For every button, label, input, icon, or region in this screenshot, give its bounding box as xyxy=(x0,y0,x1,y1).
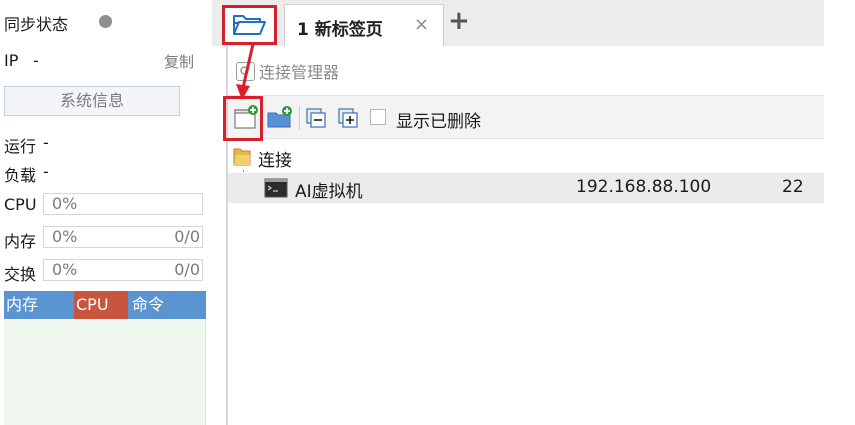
copy-ip-button[interactable]: 复制 xyxy=(164,51,194,72)
memory-label: 内存 xyxy=(4,232,37,251)
connection-host: 192.168.88.100 xyxy=(576,177,712,197)
memory-usage-meter: 0% 0/0 xyxy=(43,226,203,248)
swap-label: 交换 xyxy=(4,265,37,284)
expand-all-icon[interactable] xyxy=(338,108,358,128)
ip-label: IP xyxy=(4,51,19,70)
connection-port: 22 xyxy=(782,177,804,197)
memory-ratio: 0/0 xyxy=(174,227,200,246)
session-panel: 1 新标签页 × + 连接管理器 显示已删除 连接 AI虚拟机 192.168.… xyxy=(212,0,855,425)
sync-status-indicator xyxy=(99,15,112,28)
load-value: - xyxy=(43,162,49,181)
terminal-icon xyxy=(264,178,288,198)
connection-name: AI虚拟机 xyxy=(295,182,363,202)
annotation-arrow-icon xyxy=(236,43,255,100)
tree-item-connection[interactable]: AI虚拟机 192.168.88.100 22 xyxy=(228,173,824,203)
folder-icon xyxy=(233,148,251,166)
column-cpu[interactable]: CPU xyxy=(74,291,128,319)
load-label: 负载 xyxy=(4,166,37,185)
column-memory[interactable]: 内存 xyxy=(4,291,74,319)
close-icon[interactable]: × xyxy=(414,14,429,35)
tree-folder-label: 连接 xyxy=(258,151,292,171)
memory-percent: 0% xyxy=(52,227,78,246)
swap-percent: 0% xyxy=(52,260,78,279)
cpu-usage-meter: 0% xyxy=(43,193,203,215)
swap-ratio: 0/0 xyxy=(174,260,200,279)
process-list xyxy=(4,319,206,425)
ip-value: - xyxy=(33,51,39,70)
run-value: - xyxy=(43,133,49,152)
system-status-panel: 同步状态 IP - 复制 系统信息 运行 - 负载 - CPU 0% 内存 0%… xyxy=(0,0,212,425)
sync-status-label: 同步状态 xyxy=(4,15,69,34)
cpu-percent: 0% xyxy=(52,194,78,213)
add-tab-icon[interactable]: + xyxy=(448,6,470,36)
cpu-label: CPU xyxy=(4,195,37,214)
swap-usage-meter: 0% 0/0 xyxy=(43,259,203,281)
show-deleted-label[interactable]: 显示已删除 xyxy=(396,107,481,132)
column-command[interactable]: 命令 xyxy=(130,291,206,319)
show-deleted-checkbox[interactable] xyxy=(370,109,386,125)
run-label: 运行 xyxy=(4,137,37,156)
system-info-button[interactable]: 系统信息 xyxy=(4,86,180,116)
process-table-header: 内存 CPU 命令 xyxy=(4,291,206,319)
tree-folder-connections[interactable]: 连接 xyxy=(228,142,824,172)
